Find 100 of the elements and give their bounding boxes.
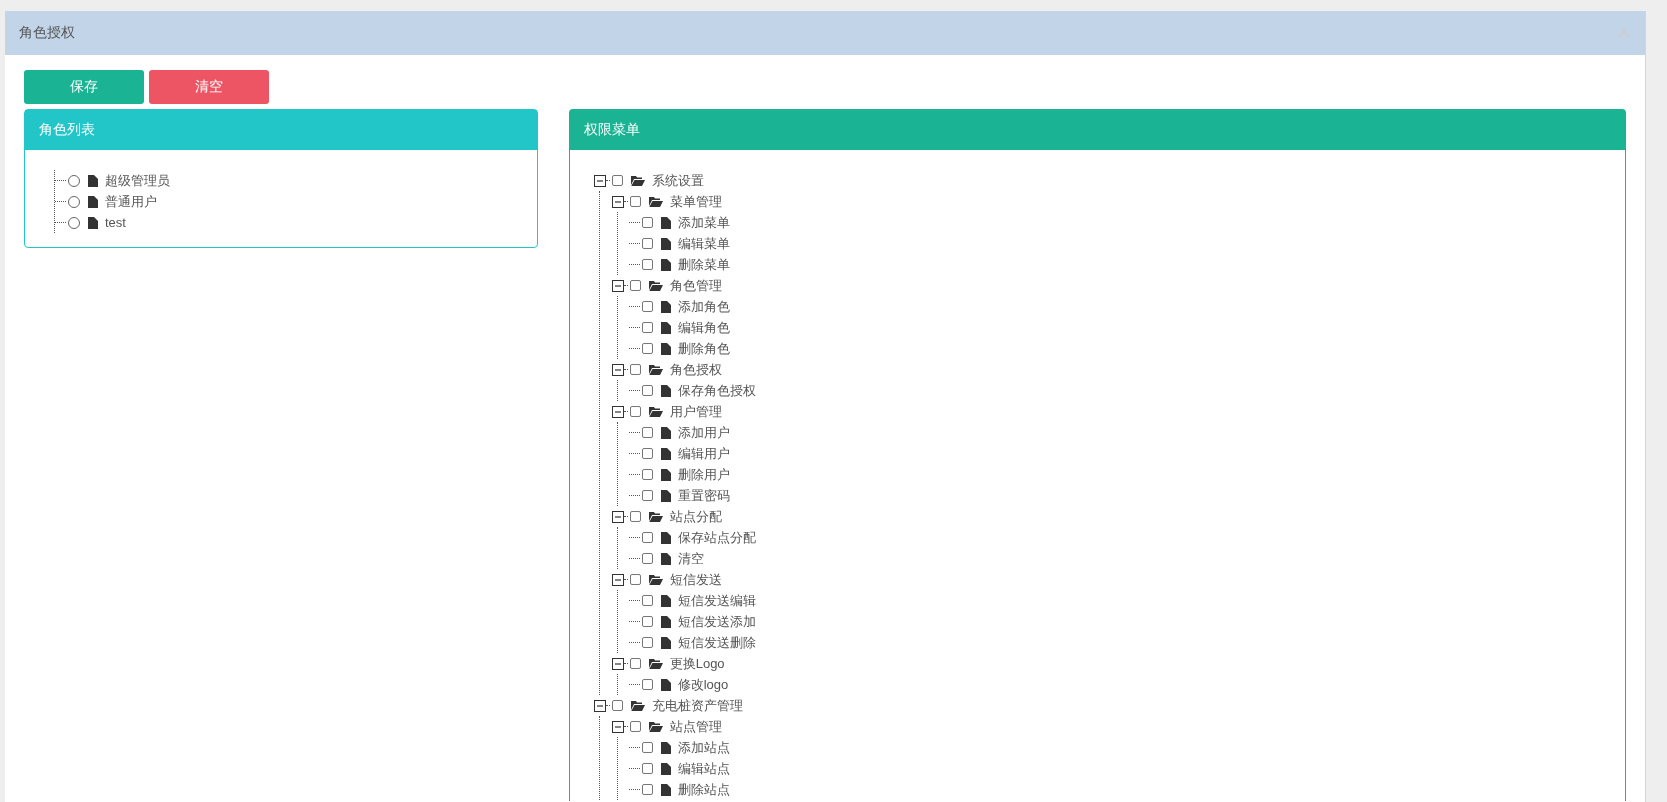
tree-node-label[interactable]: 站点管理 bbox=[669, 717, 722, 736]
checkbox[interactable] bbox=[629, 280, 641, 291]
tree-node-label[interactable]: 短信发送 bbox=[669, 570, 722, 589]
tree-node-label[interactable]: 编辑角色 bbox=[677, 318, 730, 337]
tree-node-label[interactable]: 编辑用户 bbox=[677, 444, 730, 463]
file-icon bbox=[660, 237, 671, 250]
collapse-icon[interactable] bbox=[611, 720, 624, 733]
tree-node-label[interactable]: 更换Logo bbox=[669, 654, 725, 673]
checkbox[interactable] bbox=[641, 490, 653, 501]
tree-node-label[interactable]: 短信发送编辑 bbox=[677, 591, 756, 610]
collapse-icon[interactable] bbox=[611, 657, 624, 670]
tree-node-label[interactable]: 用户管理 bbox=[669, 402, 722, 421]
checkbox[interactable] bbox=[641, 343, 653, 354]
collapse-icon[interactable] bbox=[611, 573, 624, 586]
file-icon bbox=[660, 489, 671, 502]
folder-open-icon bbox=[648, 280, 663, 291]
checkbox[interactable] bbox=[641, 742, 653, 753]
file-icon bbox=[660, 321, 671, 334]
tree-node-label[interactable]: 重置密码 bbox=[677, 486, 730, 505]
collapse-icon[interactable] bbox=[611, 279, 624, 292]
tree-node-label[interactable]: 修改logo bbox=[677, 675, 729, 694]
collapse-icon[interactable] bbox=[611, 195, 624, 208]
file-icon bbox=[660, 426, 671, 439]
tree-node-label[interactable]: 站点分配 bbox=[669, 507, 722, 526]
checkbox[interactable] bbox=[641, 301, 653, 312]
tree-node-label[interactable]: 删除用户 bbox=[677, 465, 730, 484]
checkbox[interactable] bbox=[641, 448, 653, 459]
panel-title: 角色授权 bbox=[19, 24, 75, 42]
checkbox[interactable] bbox=[641, 784, 653, 795]
folder-open-icon bbox=[630, 700, 645, 711]
tree-node-label[interactable]: 添加菜单 bbox=[677, 213, 730, 232]
tree-node-label[interactable]: 菜单管理 bbox=[669, 192, 722, 211]
checkbox[interactable] bbox=[641, 553, 653, 564]
folder-open-icon bbox=[648, 406, 663, 417]
tree-node-label[interactable]: 系统设置 bbox=[651, 171, 704, 190]
checkbox[interactable] bbox=[641, 532, 653, 543]
file-icon bbox=[660, 762, 671, 775]
folder-open-icon bbox=[648, 364, 663, 375]
file-icon bbox=[660, 636, 671, 649]
role-name[interactable]: 超级管理员 bbox=[105, 171, 170, 190]
collapse-icon[interactable] bbox=[611, 363, 624, 376]
collapse-icon[interactable] bbox=[593, 699, 606, 712]
checkbox[interactable] bbox=[641, 616, 653, 627]
checkbox[interactable] bbox=[629, 406, 641, 417]
checkbox[interactable] bbox=[641, 427, 653, 438]
checkbox[interactable] bbox=[641, 217, 653, 228]
checkbox[interactable] bbox=[611, 175, 623, 186]
tree-node-label[interactable]: 充电桩资产管理 bbox=[651, 696, 743, 715]
file-icon bbox=[660, 594, 671, 607]
panel-heading: 权限菜单 bbox=[569, 110, 1625, 150]
file-icon bbox=[88, 195, 98, 208]
role-name[interactable]: test bbox=[105, 215, 126, 230]
folder-open-icon bbox=[648, 196, 663, 207]
tree-node-label[interactable]: 清空 bbox=[677, 549, 704, 568]
file-icon bbox=[660, 384, 671, 397]
checkbox[interactable] bbox=[629, 574, 641, 585]
checkbox[interactable] bbox=[629, 196, 641, 207]
checkbox[interactable] bbox=[641, 637, 653, 648]
folder-open-icon bbox=[648, 574, 663, 585]
checkbox[interactable] bbox=[641, 763, 653, 774]
collapse-icon[interactable] bbox=[611, 510, 624, 523]
checkbox[interactable] bbox=[641, 259, 653, 270]
checkbox[interactable] bbox=[641, 679, 653, 690]
tree-node-label[interactable]: 短信发送删除 bbox=[677, 633, 756, 652]
tree-node-label[interactable]: 删除菜单 bbox=[677, 255, 730, 274]
folder-open-icon bbox=[648, 511, 663, 522]
tree-node-label[interactable]: 编辑站点 bbox=[677, 759, 730, 778]
checkbox[interactable] bbox=[629, 721, 641, 732]
checkbox[interactable] bbox=[641, 322, 653, 333]
file-icon bbox=[660, 468, 671, 481]
checkbox[interactable] bbox=[611, 700, 623, 711]
file-icon bbox=[660, 741, 671, 754]
tree-node-label[interactable]: 短信发送添加 bbox=[677, 612, 756, 631]
file-icon bbox=[660, 447, 671, 460]
file-icon bbox=[660, 531, 671, 544]
role-name[interactable]: 普通用户 bbox=[105, 192, 157, 211]
tree-node-label[interactable]: 编辑菜单 bbox=[677, 234, 730, 253]
file-icon bbox=[660, 216, 671, 229]
tree-node-label[interactable]: 角色管理 bbox=[669, 276, 722, 295]
checkbox[interactable] bbox=[641, 238, 653, 249]
tree-node-label[interactable]: 添加角色 bbox=[677, 297, 730, 316]
file-icon bbox=[660, 552, 671, 565]
checkbox[interactable] bbox=[629, 511, 641, 522]
checkbox[interactable] bbox=[629, 658, 641, 669]
tree-node-label[interactable]: 添加站点 bbox=[677, 738, 730, 757]
collapse-icon[interactable] bbox=[611, 405, 624, 418]
file-icon bbox=[660, 258, 671, 271]
checkbox[interactable] bbox=[641, 469, 653, 480]
checkbox[interactable] bbox=[641, 595, 653, 606]
checkbox[interactable] bbox=[641, 385, 653, 396]
file-icon bbox=[660, 678, 671, 691]
tree-node-label[interactable]: 保存角色授权 bbox=[677, 381, 756, 400]
folder-open-icon bbox=[630, 175, 645, 186]
tree-node-label[interactable]: 删除角色 bbox=[677, 339, 730, 358]
tree-node-label[interactable]: 角色授权 bbox=[669, 360, 722, 379]
tree-node-label[interactable]: 保存站点分配 bbox=[677, 528, 756, 547]
tree-node-label[interactable]: 删除站点 bbox=[677, 780, 730, 799]
collapse-icon[interactable] bbox=[593, 174, 606, 187]
tree-node-label[interactable]: 添加用户 bbox=[677, 423, 730, 442]
checkbox[interactable] bbox=[629, 364, 641, 375]
